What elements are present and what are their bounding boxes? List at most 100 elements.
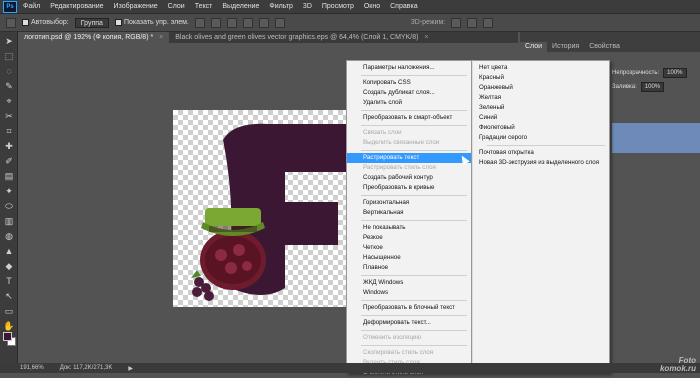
3d-rotate-button[interactable] [451, 17, 462, 28]
zoom-level[interactable]: 191,66% [20, 365, 44, 371]
menu-item[interactable]: ЖКД Windows [347, 278, 471, 288]
menu-separator [361, 110, 467, 111]
menu-item[interactable]: Справка [390, 3, 417, 10]
tool-icon[interactable]: ↖ [3, 290, 15, 302]
autoselect-checkbox[interactable]: Автовыбор: [22, 19, 69, 26]
menu-item[interactable]: Преобразовать в смарт-объект [347, 113, 471, 123]
opacity-input[interactable]: 100% [663, 68, 687, 78]
fill-input[interactable]: 100% [640, 82, 665, 92]
menu-item[interactable]: Градации серого [473, 133, 609, 143]
tool-icon[interactable]: ✋ [3, 320, 15, 332]
selected-layer-row[interactable] [612, 123, 700, 153]
menu-item[interactable]: Создать рабочий контур [347, 173, 471, 183]
menu-item[interactable]: Преобразовать в кривые [347, 183, 471, 193]
tool-icon[interactable]: ▭ [3, 305, 15, 317]
tool-icon[interactable]: ✦ [3, 185, 15, 197]
tool-icon[interactable]: ✚ [3, 140, 15, 152]
tool-icon[interactable]: ⌖ [3, 95, 15, 107]
align-middle-button[interactable] [210, 17, 221, 28]
tool-icon[interactable]: ✐ [3, 155, 15, 167]
tab-label: логотип.psd @ 192% (Ф копия, RGB/8) * [24, 34, 154, 41]
tab-history[interactable]: История [547, 42, 584, 52]
menu-item[interactable]: Создать дубликат слоя... [347, 88, 471, 98]
menu-item[interactable]: Текст [195, 3, 213, 10]
autoselect-dropdown[interactable]: Группа [74, 17, 109, 28]
menu-item[interactable]: Плавное [347, 263, 471, 273]
menu-item[interactable]: Окно [364, 3, 380, 10]
tab-layers[interactable]: Слои [520, 42, 548, 52]
menu-item[interactable]: Горизонтальная [347, 198, 471, 208]
align-bottom-button[interactable] [226, 17, 237, 28]
menu-item[interactable]: Насыщенное [347, 253, 471, 263]
menu-item[interactable]: Красный [473, 73, 609, 83]
align-right-button[interactable] [274, 17, 285, 28]
status-menu-arrow-icon[interactable]: ▶ [128, 365, 133, 372]
move-tool-preset-button[interactable] [6, 17, 16, 28]
menu-item[interactable]: Удалить слой [347, 98, 471, 108]
menu-separator [361, 195, 467, 196]
tab-logotip[interactable]: логотип.psd @ 192% (Ф копия, RGB/8) * × [18, 32, 170, 43]
tool-icon[interactable]: ◌ [3, 65, 15, 77]
jam-jar-icon [200, 208, 266, 290]
menu-item[interactable]: Почтовая открытка [473, 148, 609, 158]
menu-item[interactable]: Нет цвета [473, 63, 609, 73]
menu-item[interactable]: Слои [168, 3, 185, 10]
menu-item[interactable]: Параметры наложения... [347, 63, 471, 73]
menu-item[interactable]: Резкое [347, 233, 471, 243]
menu-item[interactable]: Оранжевый [473, 83, 609, 93]
close-icon[interactable]: × [159, 34, 163, 41]
menu-item[interactable]: Четкое [347, 243, 471, 253]
menu-separator [361, 330, 467, 331]
menu-separator [361, 275, 467, 276]
tool-icon[interactable]: ✂ [3, 110, 15, 122]
align-left-button[interactable] [242, 17, 253, 28]
tool-icon[interactable]: ⬚ [3, 50, 15, 62]
menu-item[interactable]: Выделение [222, 3, 259, 10]
menu-item[interactable]: Зеленый [473, 103, 609, 113]
menu-item[interactable]: Просмотр [322, 3, 354, 10]
menu-separator [361, 150, 467, 151]
menu-item[interactable]: Фильтр [269, 3, 293, 10]
tool-icon[interactable]: ✎ [3, 80, 15, 92]
tab-properties[interactable]: Свойства [584, 42, 625, 52]
menu-item[interactable]: 3D [303, 3, 312, 10]
menu-item[interactable]: Новая 3D-экструзия из выделенного слоя [473, 158, 609, 168]
menu-item[interactable]: Файл [23, 3, 40, 10]
tool-icon[interactable]: ▥ [3, 215, 15, 227]
foreground-color-swatch[interactable] [3, 332, 12, 341]
menu-item[interactable]: Фиолетовый [473, 123, 609, 133]
tools-panel: ➤⬚◌✎⌖✂⌗✚✐▤✦⬭▥◍▲◆T↖▭✋⚲ [0, 32, 18, 363]
tool-icon[interactable]: ▤ [3, 170, 15, 182]
tool-icon[interactable]: T [3, 275, 15, 287]
align-center-button[interactable] [258, 17, 269, 28]
tool-icon[interactable]: ▲ [3, 245, 15, 257]
menu-item[interactable]: Желтая [473, 93, 609, 103]
3d-roll-button[interactable] [467, 17, 478, 28]
menu-separator [361, 125, 467, 126]
tool-icon[interactable]: ◍ [3, 230, 15, 242]
document-canvas[interactable] [173, 110, 373, 307]
tool-icon[interactable]: ➤ [3, 35, 15, 47]
menu-item[interactable]: Копировать CSS [347, 78, 471, 88]
show-controls-checkbox[interactable]: Показать упр. элем. [114, 19, 189, 26]
menu-item[interactable]: Вертикальная [347, 208, 471, 218]
tab-olives[interactable]: Black olives and green olives vector gra… [169, 32, 434, 43]
menu-item[interactable]: Преобразовать в блочный текст [347, 303, 471, 313]
fill-label: Заливка: [612, 84, 637, 90]
layer-color-menu: Нет цвета Красный Оранжевый Желтая Зеленый Си… [472, 60, 610, 373]
menu-item[interactable]: Не показывать [347, 223, 471, 233]
mode-3d-label: 3D-режим: [410, 19, 446, 26]
tool-icon[interactable]: ⬭ [3, 200, 15, 212]
menu-item[interactable]: Растрировать текст [347, 153, 471, 163]
checkbox-icon [114, 19, 122, 26]
align-top-button[interactable] [194, 17, 205, 28]
menu-item[interactable]: Windows [347, 288, 471, 298]
3d-pan-button[interactable] [483, 17, 494, 28]
tool-icon[interactable]: ◆ [3, 260, 15, 272]
tool-icon[interactable]: ⌗ [3, 125, 15, 137]
menu-item[interactable]: Синий [473, 113, 609, 123]
menu-item[interactable]: Редактирование [50, 3, 103, 10]
menu-item[interactable]: Изображение [114, 3, 158, 10]
menu-item[interactable]: Деформировать текст... [347, 318, 471, 328]
close-icon[interactable]: × [424, 34, 428, 41]
